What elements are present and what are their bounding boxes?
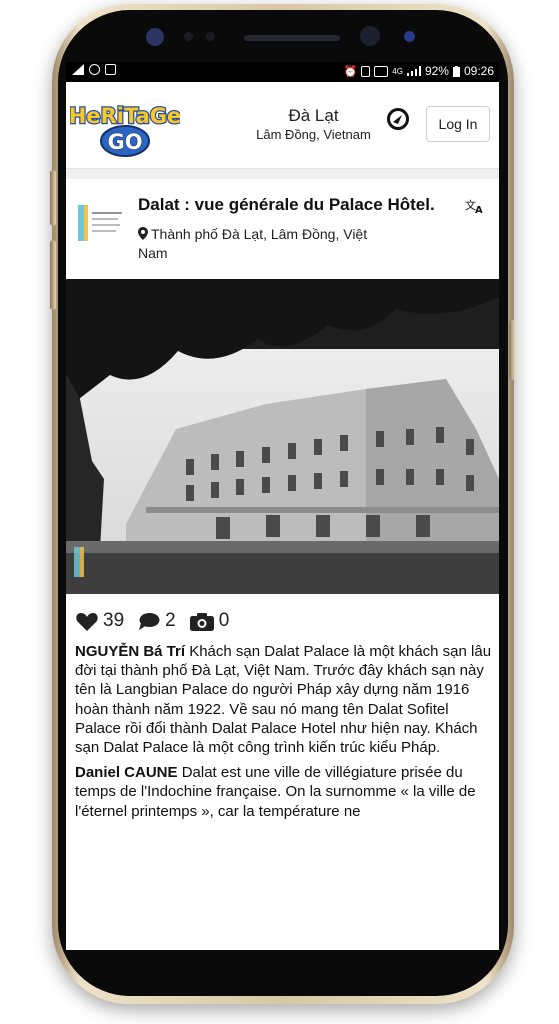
post-header: Dalat : vue générale du Palace Hôtel. 文 … xyxy=(66,179,499,279)
wifi-calling-icon xyxy=(374,65,389,77)
network-type: 4G xyxy=(392,66,403,76)
location-text: Thành phố Đà Lạt, Lâm Đồng, Việt Nam xyxy=(138,226,368,261)
volume-button xyxy=(50,240,56,310)
status-bar: ⏰ 4G 92% 09:26 xyxy=(66,62,499,82)
empty-area xyxy=(66,852,499,950)
sensor xyxy=(206,32,215,41)
comment-author[interactable]: NGUYỄN Bá Trí xyxy=(75,643,185,660)
volume-button xyxy=(50,170,56,226)
alarm-icon: ⏰ xyxy=(343,65,358,78)
comment-list: NGUYỄN Bá Trí Khách sạn Dalat Palace là … xyxy=(75,642,493,827)
gallery-icon xyxy=(105,64,116,75)
svg-text:A: A xyxy=(475,205,483,215)
svg-text:GO: GO xyxy=(107,130,142,154)
power-button xyxy=(509,320,515,380)
comment-item: NGUYỄN Bá Trí Khách sạn Dalat Palace là … xyxy=(75,642,493,757)
compass-icon[interactable] xyxy=(386,107,410,131)
front-camera xyxy=(360,26,380,46)
divider xyxy=(66,169,499,179)
comment-item: Daniel CAUNE Dalat est une ville de vill… xyxy=(75,763,493,821)
clock: 09:26 xyxy=(463,64,494,78)
likes-stat[interactable]: 39 xyxy=(76,610,124,632)
cell-signal-icon xyxy=(406,66,421,76)
signal-icon xyxy=(72,64,84,75)
place-name: Đà Lạt xyxy=(288,106,339,125)
translate-icon[interactable]: 文 A xyxy=(465,197,485,215)
place-info[interactable]: Đà Lạt Lâm Đồng, Vietnam xyxy=(236,106,391,142)
camera-icon xyxy=(189,612,214,631)
sim-icon xyxy=(361,65,371,77)
comment-author[interactable]: Daniel CAUNE xyxy=(75,764,178,781)
heart-icon xyxy=(76,612,98,631)
likes-count: 39 xyxy=(103,610,125,631)
place-region: Lâm Đồng, Vietnam xyxy=(256,127,371,142)
map-pin-icon xyxy=(138,227,148,240)
iris-scanner xyxy=(146,28,164,46)
sensor xyxy=(404,31,415,42)
battery-percent: 92% xyxy=(424,64,449,78)
photos-stat[interactable]: 0 xyxy=(189,610,230,632)
post-stats: 39 2 0 xyxy=(76,610,243,632)
login-button[interactable]: Log In xyxy=(426,106,490,142)
comments-stat[interactable]: 2 xyxy=(138,610,176,632)
photos-count: 0 xyxy=(218,610,230,631)
comment-icon xyxy=(139,612,160,630)
battery-icon xyxy=(452,65,460,77)
screen: ⏰ 4G 92% 09:26 HeRiTaGe GO Đà Lạt Lâm Đồ… xyxy=(66,62,499,950)
heritage-go-logo[interactable]: HeRiTaGe GO xyxy=(70,96,180,158)
earpiece-speaker xyxy=(244,35,340,41)
messenger-icon xyxy=(89,64,100,75)
post-location[interactable]: Thành phố Đà Lạt, Lâm Đồng, Việt Nam xyxy=(138,225,388,263)
comments-count: 2 xyxy=(165,610,176,631)
post-title: Dalat : vue générale du Palace Hôtel. xyxy=(138,195,435,214)
svg-text:HeRiTaGe: HeRiTaGe xyxy=(70,104,180,128)
sensor xyxy=(184,32,193,41)
app-header: HeRiTaGe GO Đà Lạt Lâm Đồng, Vietnam Log… xyxy=(66,82,499,169)
heritage-photo[interactable] xyxy=(66,279,499,594)
university-logo xyxy=(78,205,122,241)
